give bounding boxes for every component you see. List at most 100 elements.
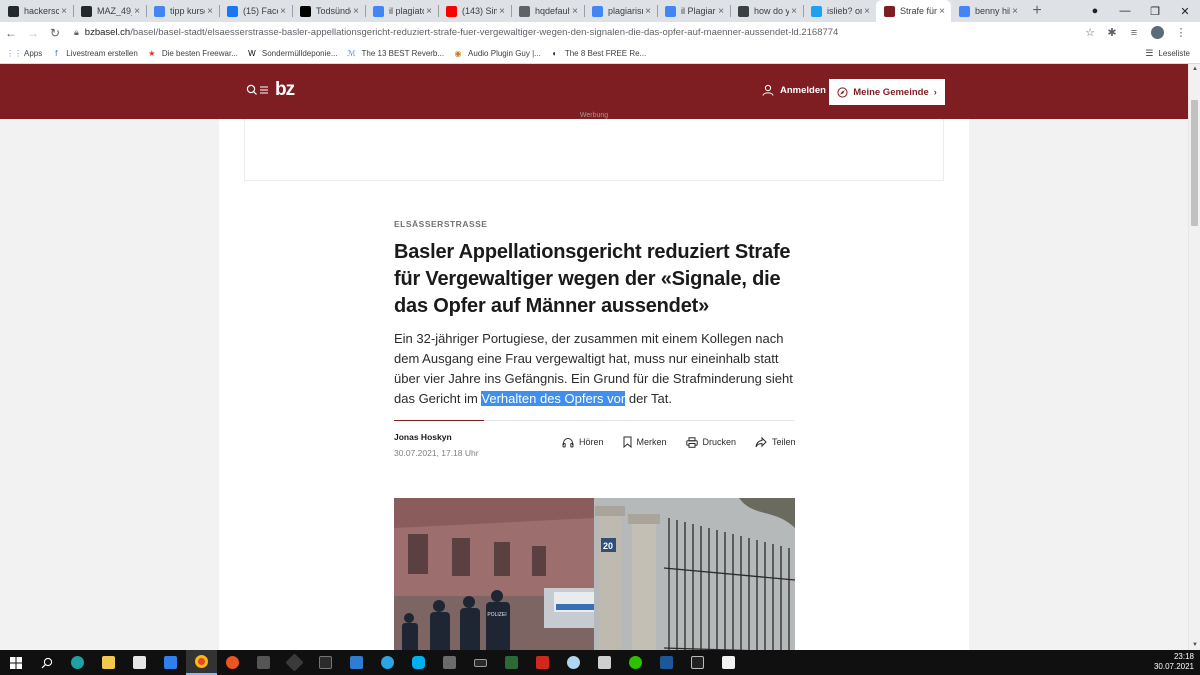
- search-menu-button[interactable]: [246, 84, 269, 96]
- app-card-icon[interactable]: [651, 650, 682, 675]
- bookmark-item[interactable]: ℳ The 13 BEST Reverb...: [346, 48, 444, 58]
- tab-close-icon[interactable]: ×: [716, 6, 726, 17]
- search-icon[interactable]: [31, 650, 62, 675]
- browser-tab[interactable]: benny hill ×: [951, 0, 1024, 22]
- back-button[interactable]: ←: [0, 26, 22, 40]
- chrome-icon[interactable]: [186, 650, 217, 675]
- article-kicker[interactable]: ELSÄSSERSTRASSE: [394, 219, 794, 229]
- site-header: bz Anmelden Meine Gemeinde ›: [0, 64, 1188, 119]
- tools-icon[interactable]: [496, 650, 527, 675]
- login-button[interactable]: Anmelden: [762, 84, 826, 96]
- tab-close-icon[interactable]: ×: [205, 6, 215, 17]
- bookmark-item[interactable]: ◐ The 8 Best FREE Re...: [550, 48, 646, 58]
- address-bar[interactable]: 🔒︎ bzbasel.ch/basel/basel-stadt/elsaesse…: [74, 27, 1079, 38]
- browser-tab[interactable]: il plagiato ×: [365, 0, 438, 22]
- article-author[interactable]: Jonas Hoskyn: [394, 432, 452, 442]
- forward-button[interactable]: →: [22, 26, 44, 40]
- terminal-icon[interactable]: [682, 650, 713, 675]
- bookmark-item[interactable]: ⋮⋮ Apps: [6, 48, 42, 58]
- tab-close-icon[interactable]: ×: [1010, 6, 1020, 17]
- ubuntu-icon[interactable]: [217, 650, 248, 675]
- bookmark-item[interactable]: W Sondermülldeponie...: [247, 48, 337, 58]
- bookmark-item[interactable]: f Livestream erstellen: [51, 48, 138, 58]
- browser-tab[interactable]: hqdefault.×: [511, 0, 584, 22]
- login-label: Anmelden: [780, 84, 826, 96]
- tab-close-icon[interactable]: ×: [278, 6, 288, 17]
- tab-title: benny hill: [975, 6, 1010, 16]
- skype-icon[interactable]: [403, 650, 434, 675]
- tab-close-icon[interactable]: ×: [351, 6, 361, 17]
- page-scrollbar[interactable]: ▲ ▼: [1188, 64, 1200, 650]
- browser-tab[interactable]: il Plagiari ×: [657, 0, 730, 22]
- reading-list-button[interactable]: ☰ Leseliste: [1145, 43, 1190, 64]
- file-explorer-icon[interactable]: [93, 650, 124, 675]
- headphones-icon: [562, 437, 574, 447]
- minimize-button[interactable]: —: [1110, 5, 1140, 17]
- media-control-icon[interactable]: ≡: [1123, 27, 1145, 39]
- scrollbar-thumb[interactable]: [1191, 100, 1198, 226]
- menu-icon: [260, 86, 268, 94]
- new-tab-button[interactable]: +: [1024, 0, 1050, 22]
- bookmark-button[interactable]: Merken: [623, 436, 667, 448]
- compass-icon: [837, 86, 848, 98]
- reload-button[interactable]: ↻: [44, 26, 66, 40]
- tab-close-icon[interactable]: ×: [643, 6, 653, 17]
- browser-menu-icon[interactable]: ⋮: [1170, 26, 1192, 39]
- close-window-button[interactable]: ✕: [1170, 5, 1200, 18]
- wikipedia-icon: W: [248, 48, 256, 58]
- meine-gemeinde-button[interactable]: Meine Gemeinde ›: [829, 79, 945, 105]
- maximize-button[interactable]: ❐: [1140, 5, 1170, 18]
- scroll-up-arrow[interactable]: ▲: [1189, 66, 1200, 72]
- browser-tab-active[interactable]: Strafe für ×: [876, 0, 951, 22]
- site-logo[interactable]: bz: [275, 79, 295, 101]
- browser-tab[interactable]: plagiarism×: [584, 0, 657, 22]
- browser-tab[interactable]: Todsünde×: [292, 0, 365, 22]
- tab-close-icon[interactable]: ×: [424, 6, 434, 17]
- browser-tab[interactable]: (15) Faceb×: [219, 0, 292, 22]
- tab-close-icon[interactable]: ×: [497, 6, 507, 17]
- bookmark-item[interactable]: ◉ Audio Plugin Guy |...: [453, 48, 541, 58]
- cloud-app-icon[interactable]: [558, 650, 589, 675]
- profile-avatar[interactable]: [1151, 26, 1164, 39]
- browser-tab[interactable]: tipp kurse×: [146, 0, 219, 22]
- scroll-down-arrow[interactable]: ▼: [1189, 642, 1200, 648]
- game-icon[interactable]: [248, 650, 279, 675]
- edge-icon[interactable]: [62, 650, 93, 675]
- app-window-icon[interactable]: [589, 650, 620, 675]
- system-clock[interactable]: 23:18 30.07.2021: [1154, 652, 1194, 672]
- bookmark-star-icon[interactable]: ☆: [1079, 26, 1101, 39]
- browser-tab[interactable]: islieb? on ×: [803, 0, 876, 22]
- mail-icon[interactable]: [155, 650, 186, 675]
- ableton-live-icon[interactable]: [310, 650, 341, 675]
- notepad-icon[interactable]: [713, 650, 744, 675]
- app-gray-icon[interactable]: [434, 650, 465, 675]
- browser-tab[interactable]: how do yo×: [730, 0, 803, 22]
- plugin-icon: ℳ: [347, 48, 356, 58]
- lock-icon[interactable]: 🔒︎: [74, 27, 79, 38]
- tab-close-icon[interactable]: ×: [937, 6, 947, 17]
- tab-search-icon[interactable]: ●: [1080, 5, 1110, 17]
- tab-close-icon[interactable]: ×: [59, 6, 69, 17]
- tab-close-icon[interactable]: ×: [132, 6, 142, 17]
- print-button[interactable]: Drucken: [685, 436, 736, 448]
- wechat-icon[interactable]: [620, 650, 651, 675]
- app-blue-icon[interactable]: [341, 650, 372, 675]
- store-icon[interactable]: [124, 650, 155, 675]
- facebook-icon: f: [55, 48, 58, 58]
- podcast-app-icon[interactable]: [527, 650, 558, 675]
- bookmark-item[interactable]: ★ Die besten Freewar...: [147, 48, 238, 58]
- share-button[interactable]: Teilen: [755, 436, 796, 448]
- telegram-icon[interactable]: [372, 650, 403, 675]
- vpn-icon[interactable]: [279, 650, 310, 675]
- tab-close-icon[interactable]: ×: [789, 6, 799, 17]
- listen-button[interactable]: Hören: [562, 437, 604, 448]
- extensions-icon[interactable]: ✱: [1101, 26, 1123, 39]
- windows-start-icon[interactable]: [0, 650, 31, 675]
- keyboard-icon[interactable]: [465, 650, 496, 675]
- browser-tab[interactable]: (143) Simo×: [438, 0, 511, 22]
- article-page: Werbung ELSÄSSERSTRASSE Basler Appellati…: [219, 112, 969, 650]
- tab-close-icon[interactable]: ×: [862, 6, 872, 17]
- browser-tab[interactable]: hackersca×: [0, 0, 73, 22]
- tab-close-icon[interactable]: ×: [570, 6, 580, 17]
- browser-tab[interactable]: MAZ_49_×: [73, 0, 146, 22]
